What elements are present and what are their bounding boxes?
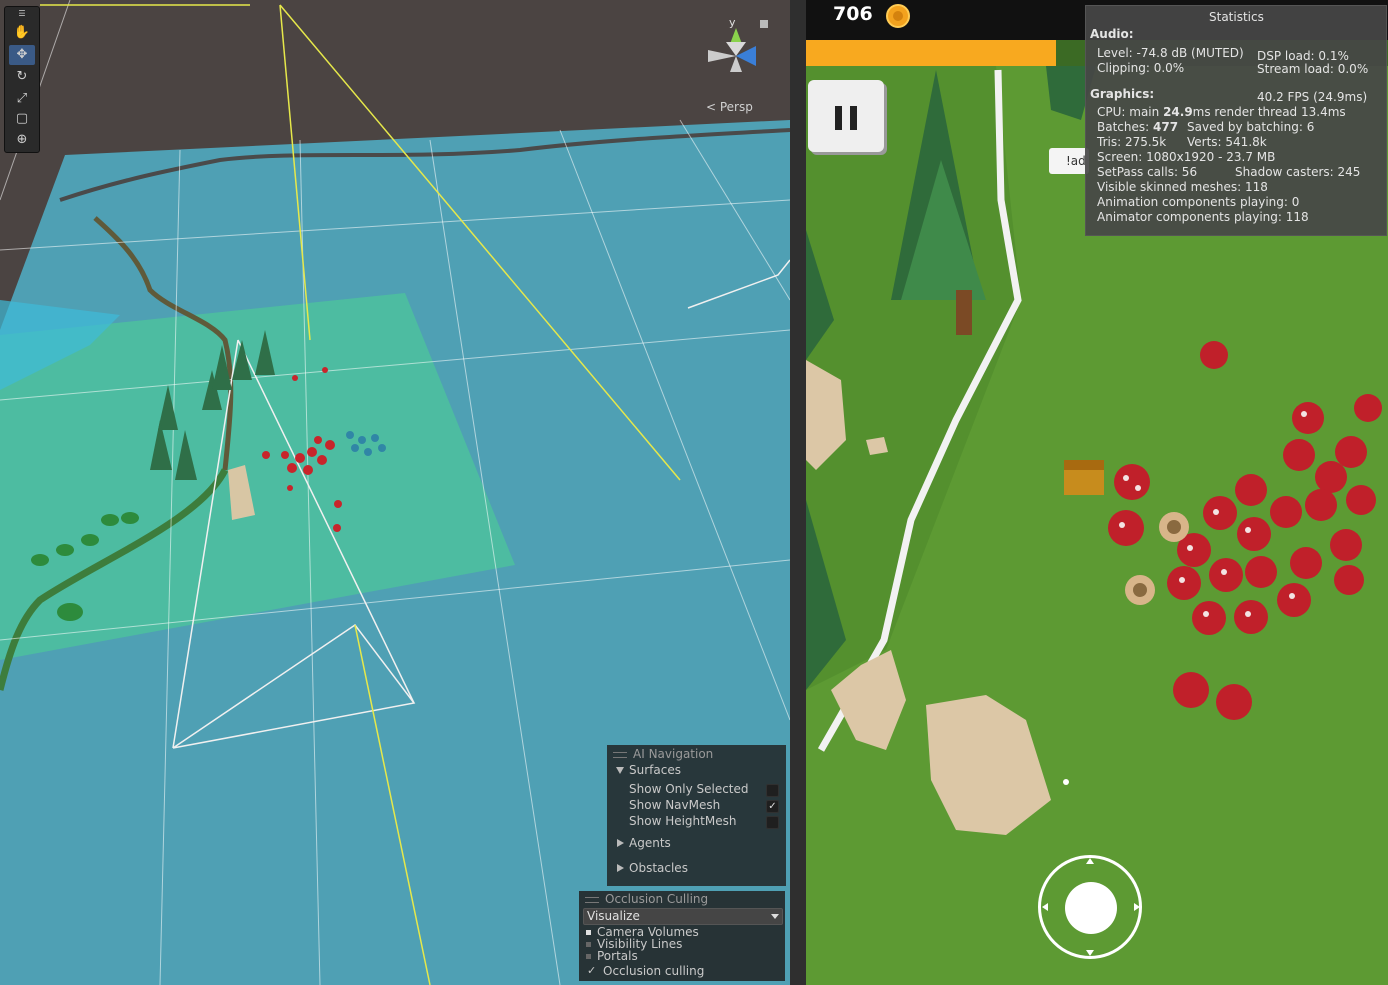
cpu-main-value: 24.9 bbox=[1163, 105, 1193, 119]
cpu-readout: CPU: main 24.9ms render thread 13.4ms bbox=[1097, 105, 1346, 119]
cpu-prefix: CPU: main bbox=[1097, 105, 1164, 119]
fps-readout: 40.2 FPS (24.9ms) bbox=[1257, 90, 1368, 104]
audio-heading: Audio: bbox=[1090, 27, 1134, 41]
animation-playing-readout: Animation components playing: 0 bbox=[1097, 195, 1300, 209]
setpass-readout: SetPass calls: 56 bbox=[1097, 165, 1198, 179]
tris-readout: Tris: 275.5k bbox=[1097, 135, 1167, 149]
panel-grip-icon[interactable] bbox=[613, 752, 627, 758]
joystick-knob[interactable] bbox=[1065, 882, 1117, 934]
treasure-chest bbox=[1064, 460, 1104, 495]
visualize-dropdown[interactable]: Visualize bbox=[583, 908, 783, 925]
joystick-down-arrow-icon bbox=[1086, 950, 1094, 956]
animator-playing-readout: Animator components playing: 118 bbox=[1097, 210, 1309, 224]
ai-navigation-overlay: AI Navigation Surfaces Show Only Selecte… bbox=[607, 745, 786, 886]
level-progress-fill bbox=[806, 40, 1057, 66]
obstacles-expand-icon[interactable] bbox=[617, 864, 624, 872]
show-heightmesh-label: Show HeightMesh bbox=[629, 814, 737, 828]
statistics-overlay: Statistics Audio: Level: -74.8 dB (MUTED… bbox=[1085, 5, 1387, 236]
audio-clipping: Clipping: 0.0% bbox=[1097, 61, 1185, 75]
joystick-right-arrow-icon bbox=[1134, 903, 1140, 911]
occlusion-culling-check-icon[interactable]: ✓ bbox=[587, 964, 596, 977]
occlusion-culling-label[interactable]: Occlusion culling bbox=[603, 964, 704, 978]
audio-level: Level: -74.8 dB (MUTED) bbox=[1097, 46, 1244, 60]
visibility-lines-toggle-icon[interactable] bbox=[586, 942, 591, 947]
graphics-heading: Graphics: bbox=[1090, 87, 1155, 101]
show-navmesh-checkbox[interactable]: ✓ bbox=[766, 800, 779, 813]
cpu-suffix: ms render thread 13.4ms bbox=[1192, 105, 1346, 119]
show-only-selected-checkbox[interactable] bbox=[766, 784, 779, 797]
agents-expand-icon[interactable] bbox=[617, 839, 624, 847]
joystick-up-arrow-icon bbox=[1086, 858, 1094, 864]
show-heightmesh-checkbox[interactable] bbox=[766, 816, 779, 829]
hand-tool-icon[interactable]: ✋ bbox=[9, 23, 35, 43]
dsp-load: DSP load: 0.1% bbox=[1257, 49, 1349, 63]
batches-prefix: Batches: bbox=[1097, 120, 1153, 134]
camera-volumes-toggle-icon[interactable] bbox=[586, 930, 591, 935]
ai-navigation-title: AI Navigation bbox=[633, 747, 714, 761]
portals-toggle-icon[interactable] bbox=[586, 954, 591, 959]
occlusion-culling-title: Occlusion Culling bbox=[605, 892, 709, 906]
pause-icon bbox=[835, 106, 842, 130]
portals-label[interactable]: Portals bbox=[597, 949, 638, 963]
rotate-tool-icon[interactable]: ↻ bbox=[9, 67, 35, 87]
batches-value: 477 bbox=[1153, 120, 1179, 134]
orientation-gizmo-icon[interactable]: y bbox=[700, 14, 780, 94]
transform-tool-icon[interactable]: ⊕ bbox=[9, 130, 35, 150]
chevron-down-icon bbox=[771, 914, 779, 919]
pickup-dot bbox=[1063, 779, 1069, 785]
pause-icon bbox=[850, 106, 857, 130]
visualize-dropdown-value: Visualize bbox=[587, 909, 640, 923]
scene-view[interactable]: ☰ ✋ ✥ ↻ ⤢ ▢ ⊕ y < Persp AI Navigation Su… bbox=[0, 0, 790, 985]
panel-grip-icon[interactable] bbox=[585, 897, 599, 903]
shadow-casters-readout: Shadow casters: 245 bbox=[1235, 165, 1361, 179]
saved-batching: Saved by batching: 6 bbox=[1187, 120, 1315, 134]
skinned-meshes-readout: Visible skinned meshes: 118 bbox=[1097, 180, 1268, 194]
occlusion-culling-overlay: Occlusion Culling Visualize Camera Volum… bbox=[579, 891, 785, 981]
move-tool-icon[interactable]: ✥ bbox=[9, 45, 35, 65]
rect-tool-icon[interactable]: ▢ bbox=[9, 109, 35, 129]
statistics-title: Statistics bbox=[1209, 10, 1264, 24]
show-only-selected-label: Show Only Selected bbox=[629, 782, 749, 796]
agents-foldout[interactable]: Agents bbox=[629, 836, 671, 850]
stream-load: Stream load: 0.0% bbox=[1257, 62, 1369, 76]
batches-readout: Batches: 477 bbox=[1097, 120, 1178, 134]
screen-readout: Screen: 1080x1920 - 23.7 MB bbox=[1097, 150, 1276, 164]
score-counter: 706 bbox=[833, 3, 873, 25]
pause-button[interactable] bbox=[808, 80, 884, 152]
ad-debug-tag[interactable]: !ad bbox=[1049, 148, 1089, 174]
coin-icon bbox=[886, 4, 910, 28]
verts-readout: Verts: 541.8k bbox=[1187, 135, 1267, 149]
scale-tool-icon[interactable]: ⤢ bbox=[9, 89, 35, 109]
view-divider[interactable] bbox=[790, 0, 806, 985]
surfaces-foldout[interactable]: Surfaces bbox=[629, 763, 681, 777]
tools-grip-icon[interactable]: ☰ bbox=[9, 10, 35, 18]
scene-tools-panel: ☰ ✋ ✥ ↻ ⤢ ▢ ⊕ bbox=[4, 6, 40, 153]
gizmo-y-label: y bbox=[729, 16, 736, 29]
surfaces-expand-icon[interactable] bbox=[616, 767, 624, 774]
show-navmesh-label: Show NavMesh bbox=[629, 798, 721, 812]
joystick-left-arrow-icon bbox=[1042, 903, 1048, 911]
perspective-label[interactable]: < Persp bbox=[706, 100, 753, 114]
obstacles-foldout[interactable]: Obstacles bbox=[629, 861, 688, 875]
